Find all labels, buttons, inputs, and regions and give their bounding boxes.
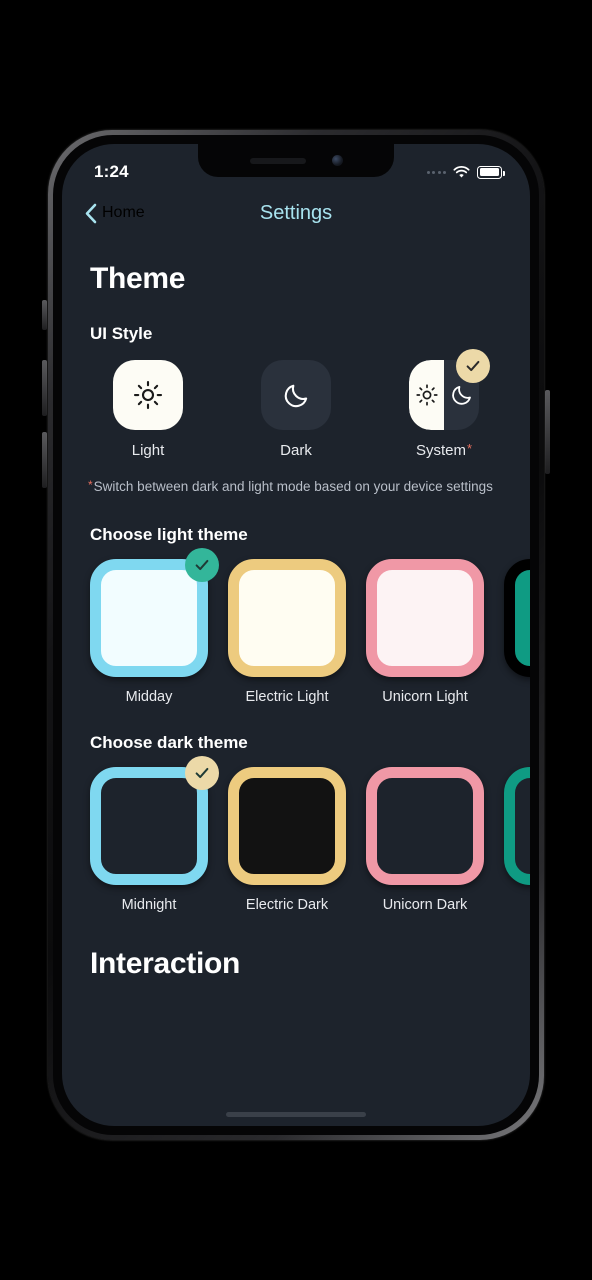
status-bar-clock: 1:24 bbox=[94, 162, 129, 181]
light-theme-selected-badge bbox=[185, 547, 219, 582]
light-theme-label: Electric Light bbox=[245, 688, 329, 705]
ui-style-option-system[interactable]: System * bbox=[388, 349, 500, 459]
light-theme-item[interactable]: Electric Light bbox=[228, 558, 346, 705]
dark-theme-label: Unicorn Dark bbox=[382, 896, 468, 913]
light-style-tile bbox=[113, 360, 183, 430]
ui-style-options: Light Dark System * bbox=[62, 349, 530, 459]
light-theme-swatch bbox=[366, 558, 484, 677]
light-theme-heading: Choose light theme bbox=[90, 524, 248, 544]
dark-theme-item[interactable] bbox=[504, 766, 530, 913]
dark-theme-item[interactable]: Electric Dark bbox=[228, 766, 346, 913]
ui-style-label-dark: Dark bbox=[280, 442, 312, 459]
phone-screen: 1:24 Home Settings Theme UI Style Light … bbox=[62, 144, 530, 1126]
light-theme-swatch bbox=[504, 558, 530, 677]
moon-icon bbox=[451, 386, 471, 405]
ui-style-label-light: Light bbox=[131, 442, 165, 459]
moon-icon bbox=[284, 384, 307, 407]
navigation-bar: Home Settings bbox=[62, 190, 530, 236]
interaction-section-heading: Interaction bbox=[90, 946, 241, 980]
ui-style-label-system: System bbox=[415, 442, 466, 459]
earpiece-speaker bbox=[249, 157, 306, 164]
theme-section-heading: Theme bbox=[90, 262, 186, 295]
screenshot-stage: 1:24 Home Settings Theme UI Style Light … bbox=[0, 0, 592, 1280]
asterisk-marker: * bbox=[88, 478, 93, 492]
back-button-label: Home bbox=[102, 204, 145, 221]
system-tile-light-half bbox=[409, 360, 444, 430]
dark-theme-selected-badge bbox=[185, 755, 219, 790]
front-camera-icon bbox=[331, 155, 343, 166]
page-title: Settings bbox=[259, 201, 333, 224]
dark-theme-swatch bbox=[504, 766, 530, 885]
footnote-text: Switch between dark and light mode based… bbox=[93, 479, 493, 494]
check-icon bbox=[195, 559, 209, 570]
dark-theme-swatch bbox=[366, 766, 484, 885]
ui-style-heading: UI Style bbox=[90, 324, 153, 343]
ui-style-option-dark[interactable]: Dark bbox=[240, 360, 352, 459]
home-indicator[interactable] bbox=[226, 1112, 366, 1117]
phone-bezel: 1:24 Home Settings Theme UI Style Light … bbox=[53, 135, 539, 1135]
mute-switch[interactable] bbox=[42, 300, 47, 330]
light-theme-label: Midday bbox=[125, 688, 173, 705]
ui-style-option-light[interactable]: Light bbox=[92, 360, 204, 459]
check-icon bbox=[466, 360, 480, 372]
dark-theme-swatch-row[interactable]: Midnight Electric Dark Unicorn Dark bbox=[62, 755, 530, 913]
system-selected-badge bbox=[456, 349, 490, 383]
back-button[interactable]: Home bbox=[84, 203, 145, 224]
wifi-icon bbox=[453, 165, 470, 178]
volume-up-button[interactable] bbox=[42, 360, 47, 416]
light-theme-item[interactable] bbox=[504, 558, 530, 705]
volume-down-button[interactable] bbox=[42, 432, 47, 488]
ui-style-footnote: * Switch between dark and light mode bas… bbox=[88, 477, 504, 497]
check-icon bbox=[195, 767, 209, 778]
light-theme-swatch bbox=[228, 558, 346, 677]
status-bar-indicators bbox=[426, 165, 505, 179]
dark-theme-item[interactable]: Unicorn Dark bbox=[366, 766, 484, 913]
light-theme-item[interactable]: Midday bbox=[90, 547, 219, 705]
dark-theme-heading: Choose dark theme bbox=[90, 732, 248, 752]
dark-style-tile bbox=[261, 360, 331, 430]
settings-scroll-content[interactable]: Theme UI Style Light Dark System * * Swi… bbox=[62, 236, 530, 1126]
dark-theme-label: Electric Dark bbox=[245, 896, 329, 913]
power-button[interactable] bbox=[545, 390, 550, 474]
light-theme-item[interactable]: Unicorn Light bbox=[366, 558, 484, 705]
dark-theme-item[interactable]: Midnight bbox=[90, 755, 219, 913]
phone-device-frame: 1:24 Home Settings Theme UI Style Light … bbox=[48, 130, 544, 1140]
asterisk-marker: * bbox=[466, 441, 473, 456]
dark-theme-swatch bbox=[228, 766, 346, 885]
signal-dots-icon bbox=[426, 170, 446, 174]
sun-icon bbox=[415, 384, 438, 406]
light-theme-label: Unicorn Light bbox=[382, 688, 468, 705]
chevron-left-icon bbox=[85, 203, 97, 223]
light-theme-swatch-row[interactable]: Midday Electric Light Unicorn Light bbox=[62, 547, 530, 705]
notch bbox=[198, 144, 394, 177]
battery-full-icon bbox=[477, 165, 505, 179]
dark-theme-label: Midnight bbox=[121, 896, 177, 913]
sun-icon bbox=[133, 380, 163, 410]
